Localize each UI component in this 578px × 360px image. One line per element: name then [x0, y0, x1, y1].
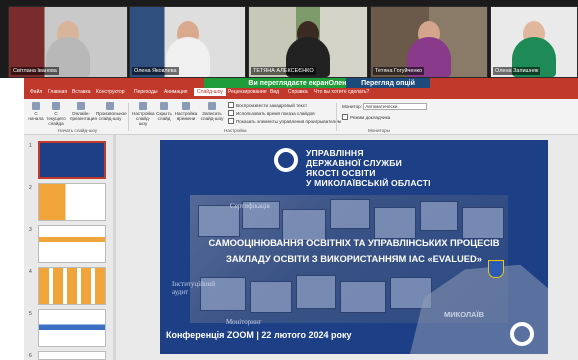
present-online-button[interactable]: Онлайн-презентация — [70, 102, 97, 121]
logo-ring-icon — [510, 322, 534, 346]
setup-slideshow-button[interactable]: Настройка слайд-шоу — [132, 102, 155, 126]
participant-name: Тетяна Гогуйченко — [373, 67, 425, 75]
monitor-value: Автоматически — [363, 103, 428, 110]
record-slideshow-button[interactable]: Записать слайд-шоу — [200, 102, 224, 121]
org-line-4: У МИКОЛАЇВСЬКІЙ ОБЛАСТІ — [306, 178, 431, 188]
logo-ring-icon — [274, 148, 298, 172]
slide-thumbnail[interactable] — [38, 351, 106, 360]
slide-thumbnail[interactable] — [38, 141, 106, 179]
slide-number: 3 — [29, 227, 32, 233]
monitor-label: Монитор: — [342, 104, 362, 109]
tab-home[interactable]: Главная — [48, 89, 67, 95]
slide-number: 6 — [29, 353, 32, 359]
slide-thumbnails-pane: 1 2 3 4 5 6 — [24, 135, 116, 360]
button-label: Записать слайд-шоу — [200, 111, 224, 121]
tell-me-search[interactable]: Что вы хотите сделать? — [314, 89, 369, 95]
slide-thumbnail[interactable] — [38, 225, 106, 263]
tab-review[interactable]: Рецензирование — [228, 89, 267, 95]
tab-file[interactable]: Файл — [30, 89, 42, 95]
tab-insert[interactable]: Вставка — [72, 89, 91, 95]
participant-tile[interactable]: Олена Яковлева — [129, 6, 246, 78]
conference-caption: Конференція ZOOM | 22 лютого 2024 року — [166, 330, 352, 340]
group-label-start: Начать слайд-шоу — [58, 128, 98, 133]
timer-icon — [182, 102, 190, 110]
tab-animations[interactable]: Анимация — [164, 89, 187, 95]
group-label-monitors: Мониторы — [368, 128, 390, 133]
slide-thumbnail[interactable] — [38, 267, 106, 305]
group-divider — [128, 103, 129, 131]
overlay-word: Інституційний аудит — [172, 280, 216, 296]
participant-tile[interactable]: Тетяна Гогуйченко — [370, 6, 488, 78]
video-strip: Світлана Іванова Олена Яковлева ТЕТЯНА А… — [0, 0, 578, 78]
overlay-word: Моніторинг — [226, 318, 262, 326]
hide-slide-icon — [160, 102, 168, 110]
button-label: Произвольное слайд-шоу — [96, 111, 127, 121]
slide-number: 2 — [29, 185, 32, 191]
slide-number: 1 — [29, 143, 32, 149]
custom-show-icon — [106, 102, 114, 110]
rehearse-timings-button[interactable]: Настройка времени — [174, 102, 198, 121]
button-label: Настройка слайд-шоу — [132, 111, 155, 126]
tab-slideshow[interactable]: Слайд-шоу — [194, 88, 226, 96]
button-label: Скрыть слайд — [156, 111, 172, 121]
participant-tile[interactable]: ТЕТЯНА АЛЕКСЕЄНКО — [248, 6, 368, 78]
slide-number: 5 — [29, 311, 32, 317]
org-line-3: ЯКОСТІ ОСВІТИ — [306, 168, 376, 178]
from-beginning-button[interactable]: С начала — [28, 102, 44, 121]
slide-number: 4 — [29, 269, 32, 275]
play-icon — [32, 102, 40, 110]
use-timings-checkbox[interactable]: Использовать время показа слайдов — [228, 110, 315, 116]
tab-view[interactable]: Вид — [270, 89, 279, 95]
participant-tile[interactable]: Олена Запишняк — [490, 6, 578, 78]
group-divider — [336, 103, 337, 131]
record-icon — [208, 102, 216, 110]
button-label: Онлайн-презентация — [70, 111, 97, 121]
ribbon-tabs: Файл Главная Вставка Конструктор Переход… — [24, 88, 578, 99]
button-label: С начала — [28, 111, 44, 121]
org-line-2: ДЕРЖАВНОЇ СЛУЖБИ — [306, 158, 402, 168]
map-city-label: МИКОЛАЇВ — [444, 310, 485, 319]
show-media-controls-checkbox[interactable]: Показать элементы управления проигрывате… — [228, 118, 341, 124]
hide-slide-button[interactable]: Скрыть слайд — [156, 102, 172, 121]
monitor-select[interactable]: Монитор: Автоматически — [342, 103, 428, 110]
participant-tile[interactable]: Світлана Іванова — [8, 6, 128, 78]
broadcast-icon — [77, 102, 85, 110]
slide-title-line-1: САМООЦІНЮВАННЯ ОСВІТНІХ ТА УПРАВЛІНСЬКИХ… — [208, 237, 500, 248]
current-slide[interactable]: УПРАВЛІННЯ ДЕРЖАВНОЇ СЛУЖБИ ЯКОСТІ ОСВІТ… — [160, 140, 548, 354]
participant-name: Олена Запишняк — [493, 67, 541, 75]
ribbon: С начала С текущего слайда Онлайн-презен… — [24, 99, 578, 135]
participant-name: ТЕТЯНА АЛЕКСЕЄНКО — [251, 67, 316, 75]
tab-transitions[interactable]: Переходы — [134, 89, 157, 95]
button-label: Настройка времени — [174, 111, 198, 121]
participant-name: Олена Яковлева — [132, 67, 179, 75]
tab-help[interactable]: Справка — [288, 89, 308, 95]
play-icon — [52, 102, 60, 110]
from-current-button[interactable]: С текущего слайда — [46, 102, 66, 126]
presenter-view-checkbox[interactable]: Режим докладчика — [342, 114, 390, 120]
setup-icon — [139, 102, 147, 110]
participant-name: Світлана Іванова — [11, 67, 59, 75]
slide-title-line-2: ЗАКЛАДУ ОСВІТИ З ВИКОРИСТАННЯМ ІАС «EVAL… — [226, 253, 482, 264]
custom-show-button[interactable]: Произвольное слайд-шоу — [96, 102, 127, 121]
tab-design[interactable]: Конструктор — [96, 89, 125, 95]
overlay-word: Сертифікація — [230, 202, 270, 210]
button-label: С текущего слайда — [46, 111, 66, 126]
org-line-1: УПРАВЛІННЯ — [306, 148, 364, 158]
play-narrations-checkbox[interactable]: Воспроизвести закадровый текст — [228, 102, 307, 108]
group-label-setup: Настройка — [224, 128, 247, 133]
slide-thumbnail[interactable] — [38, 183, 106, 221]
slide-thumbnail[interactable] — [38, 309, 106, 347]
